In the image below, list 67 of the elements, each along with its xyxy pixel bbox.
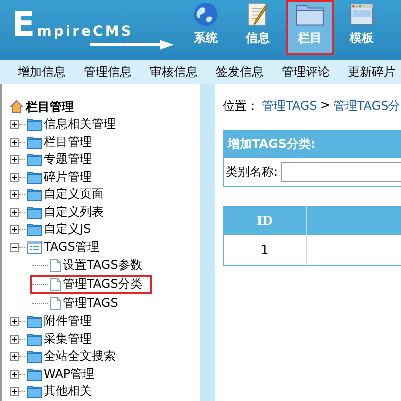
folder-icon: [27, 153, 42, 166]
tree-item[interactable]: 自定义页面: [10, 186, 200, 204]
breadcrumb-link[interactable]: 管理TAGS: [262, 98, 318, 120]
expander-icon[interactable]: [10, 190, 19, 200]
menu-link[interactable]: 管理信息: [84, 64, 132, 80]
expander-icon[interactable]: [10, 387, 19, 396]
folder-icon: [27, 170, 42, 184]
folder-icon: [27, 223, 42, 236]
folder-icon: [27, 136, 42, 149]
folder-icon: [27, 188, 42, 202]
expander-icon[interactable]: [10, 120, 19, 130]
nav-tab[interactable]: 信息: [234, 0, 282, 55]
page-icon: [50, 259, 61, 272]
tree-item[interactable]: 自定义列表: [10, 204, 200, 221]
expander-icon[interactable]: [10, 208, 19, 217]
tree-item[interactable]: 碎片管理: [10, 168, 200, 186]
expander-icon[interactable]: [10, 317, 19, 326]
tree-item[interactable]: 全站全文搜索: [10, 348, 200, 366]
folder-icon: [27, 118, 42, 132]
expander-icon[interactable]: [10, 172, 19, 182]
menu-link[interactable]: 管理评论: [282, 64, 330, 80]
tree-item[interactable]: 专题管理: [10, 151, 200, 168]
expander-icon[interactable]: [10, 370, 19, 379]
folder-icon: [27, 385, 42, 398]
logo: EmpireCMS: [0, 0, 180, 50]
tree-item[interactable]: 栏目管理: [10, 134, 200, 151]
input-field[interactable]: [281, 162, 401, 182]
column-header: ID: [224, 206, 306, 235]
expander-icon[interactable]: [10, 155, 19, 164]
tree-item[interactable]: 管理TAGS: [30, 294, 152, 313]
expander-icon[interactable]: [10, 242, 19, 252]
menu-link[interactable]: 增加信息: [18, 64, 66, 80]
breadcrumb-separator: >: [320, 98, 330, 114]
folder-icon: [27, 315, 42, 328]
tree-item[interactable]: 附件管理: [10, 313, 200, 330]
tree-root-label: 栏目管理: [26, 98, 74, 116]
breadcrumb-label: 位置：: [223, 98, 259, 115]
tree-item[interactable]: 其他相关: [10, 383, 200, 400]
expander-icon[interactable]: [10, 352, 19, 362]
folder-icon: [27, 350, 42, 364]
form-title: 增加TAGS分类:: [224, 131, 401, 158]
tree-item[interactable]: 信息相关管理: [10, 116, 200, 134]
tree-item[interactable]: WAP管理: [10, 366, 200, 383]
tree-item[interactable]: 管理TAGS分类: [30, 275, 152, 294]
page-icon: [50, 278, 61, 291]
nav-tab[interactable]: 模板: [338, 0, 386, 55]
page-icon: [50, 297, 61, 310]
expander-icon[interactable]: [10, 225, 19, 234]
expander-icon[interactable]: [10, 334, 19, 344]
folder-icon: [27, 368, 42, 381]
menu-link[interactable]: 审核信息: [150, 64, 198, 80]
tree-item[interactable]: TAGS管理: [10, 238, 200, 256]
list-window-icon: [27, 240, 42, 254]
nav-tab[interactable]: 系统: [182, 0, 230, 55]
tree-item[interactable]: 自定义JS: [10, 221, 200, 238]
field-label: 类别名称:: [226, 164, 278, 180]
expander-icon[interactable]: [10, 138, 19, 147]
table-cell: 1: [224, 235, 306, 266]
tree-item[interactable]: 设置TAGS参数: [30, 256, 152, 275]
folder-icon: [27, 206, 42, 219]
folder-icon: [27, 332, 42, 346]
breadcrumb-link[interactable]: 管理TAGS分: [333, 98, 401, 120]
house-icon: [10, 100, 24, 114]
folder-icon: [293, 2, 327, 27]
menu-link[interactable]: 更新碎片: [348, 64, 396, 80]
tree-item[interactable]: 采集管理: [10, 330, 200, 348]
menu-link[interactable]: 签发信息: [216, 64, 264, 80]
